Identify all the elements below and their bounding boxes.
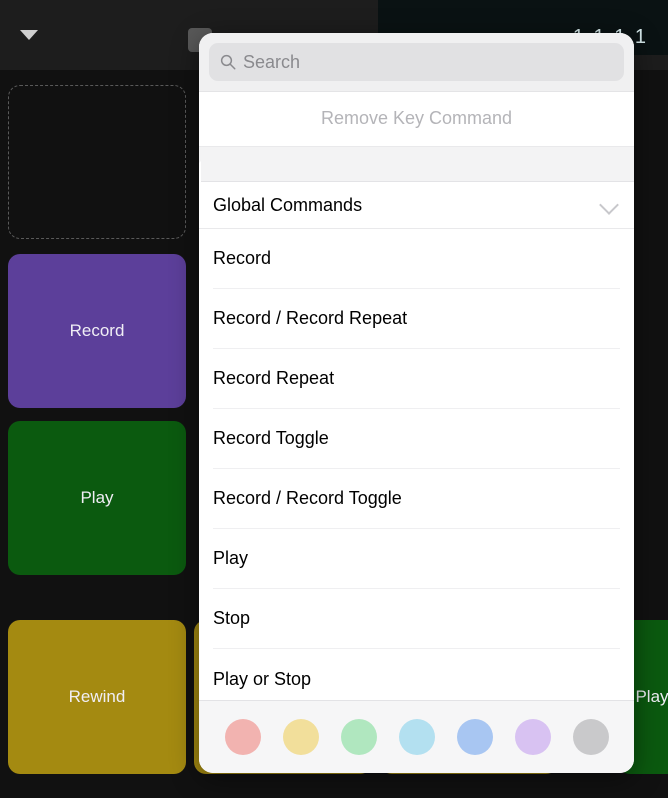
remove-key-command-button[interactable]: Remove Key Command bbox=[199, 92, 634, 147]
command-label: Play or Stop bbox=[213, 669, 311, 690]
section-header-global-commands[interactable]: Global Commands bbox=[199, 182, 634, 229]
color-swatch-purple[interactable] bbox=[515, 719, 551, 755]
command-label: Play bbox=[213, 548, 248, 569]
empty-pad-slot[interactable] bbox=[8, 85, 186, 239]
command-list: Record Record / Record Repeat Record Rep… bbox=[199, 229, 634, 700]
remove-key-command-label: Remove Key Command bbox=[321, 108, 512, 129]
command-item-play-or-stop[interactable]: Play or Stop bbox=[213, 649, 620, 700]
pad-label: Rewind bbox=[69, 687, 126, 707]
pad-label: Play bbox=[635, 687, 668, 707]
command-label: Record / Record Toggle bbox=[213, 488, 402, 509]
section-title: Global Commands bbox=[213, 195, 362, 216]
search-icon bbox=[219, 53, 237, 71]
command-item-record-repeat[interactable]: Record Repeat bbox=[213, 349, 620, 409]
color-swatch-row bbox=[199, 700, 634, 773]
search-field[interactable] bbox=[209, 43, 624, 81]
command-label: Stop bbox=[213, 608, 250, 629]
command-label: Record Repeat bbox=[213, 368, 334, 389]
dropdown-triangle-icon[interactable] bbox=[20, 30, 38, 40]
pad-label: Record bbox=[70, 321, 125, 341]
command-item-play[interactable]: Play bbox=[213, 529, 620, 589]
pad-label: Play bbox=[80, 488, 113, 508]
command-item-record-record-toggle[interactable]: Record / Record Toggle bbox=[213, 469, 620, 529]
command-label: Record bbox=[213, 248, 271, 269]
color-swatch-red[interactable] bbox=[225, 719, 261, 755]
color-swatch-green[interactable] bbox=[341, 719, 377, 755]
chevron-down-icon bbox=[599, 195, 619, 215]
color-swatch-yellow[interactable] bbox=[283, 719, 319, 755]
command-item-record-toggle[interactable]: Record Toggle bbox=[213, 409, 620, 469]
search-bar bbox=[199, 33, 634, 92]
color-swatch-blue[interactable] bbox=[457, 719, 493, 755]
command-label: Record / Record Repeat bbox=[213, 308, 407, 329]
color-swatch-cyan[interactable] bbox=[399, 719, 435, 755]
search-input[interactable] bbox=[243, 52, 614, 73]
pad-record[interactable]: Record bbox=[8, 254, 186, 408]
command-item-record-record-repeat[interactable]: Record / Record Repeat bbox=[213, 289, 620, 349]
color-swatch-gray[interactable] bbox=[573, 719, 609, 755]
command-item-stop[interactable]: Stop bbox=[213, 589, 620, 649]
command-item-record[interactable]: Record bbox=[213, 229, 620, 289]
pad-play[interactable]: Play bbox=[8, 421, 186, 575]
pad-rewind[interactable]: Rewind bbox=[8, 620, 186, 774]
section-spacer bbox=[199, 147, 634, 182]
command-label: Record Toggle bbox=[213, 428, 329, 449]
key-command-popover: Remove Key Command Global Commands Recor… bbox=[199, 33, 634, 773]
